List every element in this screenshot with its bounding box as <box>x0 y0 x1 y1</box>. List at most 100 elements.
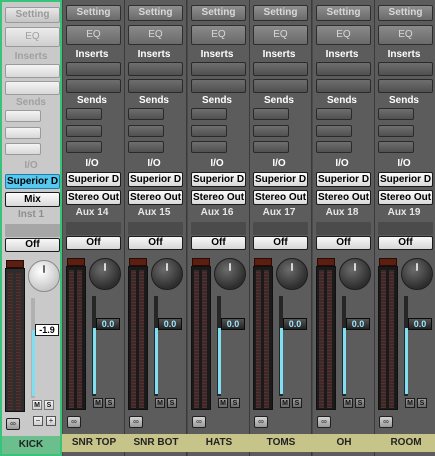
send-slot[interactable] <box>5 110 41 122</box>
insert-slot[interactable] <box>378 79 433 93</box>
channel-name[interactable]: SNR TOP <box>63 434 125 452</box>
peak-indicator[interactable] <box>254 258 272 266</box>
eq-button[interactable]: EQ <box>378 25 433 45</box>
automation-mode-button[interactable]: Off <box>128 236 183 250</box>
input-slot[interactable]: Superior D <box>378 172 433 187</box>
eq-button[interactable]: EQ <box>253 25 308 45</box>
output-slot[interactable]: Stereo Out <box>253 190 308 205</box>
link-icon[interactable]: ∞ <box>192 416 206 428</box>
output-slot[interactable]: Stereo Out <box>128 190 183 205</box>
input-slot[interactable]: Superior D <box>253 172 308 187</box>
volume-fader-value[interactable]: -1.9 <box>35 324 59 336</box>
group-slot[interactable] <box>66 222 121 235</box>
channel-name[interactable]: HATS <box>188 434 250 452</box>
setting-button[interactable]: Setting <box>316 5 371 21</box>
group-slot[interactable] <box>378 222 433 235</box>
solo-button[interactable]: S <box>167 398 177 408</box>
channel-name[interactable]: TOMS <box>250 434 312 452</box>
channel-strip[interactable]: Setting EQ Inserts Sends I/O Superior D Stereo… <box>313 0 375 456</box>
volume-fader-value[interactable]: 0.0 <box>96 318 120 330</box>
eq-button[interactable]: EQ <box>191 25 246 45</box>
insert-slot[interactable] <box>316 62 371 76</box>
solo-button[interactable]: S <box>230 398 240 408</box>
mute-button[interactable]: M <box>405 398 415 408</box>
insert-slot[interactable] <box>316 79 371 93</box>
group-slot[interactable] <box>191 222 246 235</box>
volume-fader-value[interactable]: 0.0 <box>158 318 182 330</box>
link-icon[interactable]: ∞ <box>67 416 81 428</box>
mute-button[interactable]: M <box>155 398 165 408</box>
insert-slot[interactable] <box>128 62 183 76</box>
send-slot[interactable] <box>378 108 414 120</box>
channel-strip[interactable]: Setting EQ Inserts Sends I/O Superior D Stereo… <box>63 0 125 456</box>
group-slot[interactable] <box>128 222 183 235</box>
eq-button[interactable]: EQ <box>128 25 183 45</box>
insert-slot[interactable] <box>191 62 246 76</box>
insert-slot[interactable] <box>5 81 60 95</box>
plus-button[interactable]: + <box>46 416 56 426</box>
send-slot[interactable] <box>128 125 164 137</box>
pan-knob[interactable] <box>276 258 308 290</box>
input-slot[interactable]: Superior D <box>5 174 60 189</box>
group-slot[interactable] <box>5 224 60 237</box>
group-slot[interactable] <box>253 222 308 235</box>
automation-mode-button[interactable]: Off <box>316 236 371 250</box>
channel-name[interactable]: ROOM <box>375 434 435 452</box>
automation-mode-button[interactable]: Off <box>253 236 308 250</box>
send-slot[interactable] <box>66 108 102 120</box>
peak-indicator[interactable] <box>6 260 24 268</box>
setting-button[interactable]: Setting <box>253 5 308 21</box>
insert-slot[interactable] <box>253 79 308 93</box>
insert-slot[interactable] <box>128 79 183 93</box>
setting-button[interactable]: Setting <box>378 5 433 21</box>
send-slot[interactable] <box>128 108 164 120</box>
eq-button[interactable]: EQ <box>66 25 121 45</box>
group-slot[interactable] <box>316 222 371 235</box>
input-slot[interactable]: Superior D <box>316 172 371 187</box>
send-slot[interactable] <box>66 125 102 137</box>
solo-button[interactable]: S <box>292 398 302 408</box>
input-slot[interactable]: Superior D <box>66 172 121 187</box>
automation-mode-button[interactable]: Off <box>66 236 121 250</box>
channel-strip[interactable]: Setting EQ Inserts Sends I/O Superior D Stereo… <box>188 0 250 456</box>
insert-slot[interactable] <box>378 62 433 76</box>
link-icon[interactable]: ∞ <box>129 416 143 428</box>
link-icon[interactable]: ∞ <box>254 416 268 428</box>
setting-button[interactable]: Setting <box>191 5 246 21</box>
send-slot[interactable] <box>316 125 352 137</box>
mute-button[interactable]: M <box>280 398 290 408</box>
setting-button[interactable]: Setting <box>128 5 183 21</box>
pan-knob[interactable] <box>89 258 121 290</box>
setting-button[interactable]: Setting <box>5 7 60 23</box>
pan-knob[interactable] <box>401 258 433 290</box>
channel-strip[interactable]: Setting EQ Inserts Sends I/O Superior D Stereo… <box>125 0 187 456</box>
volume-fader-value[interactable]: 0.0 <box>408 318 432 330</box>
send-slot[interactable] <box>316 108 352 120</box>
pan-knob[interactable] <box>214 258 246 290</box>
link-icon[interactable]: ∞ <box>6 418 20 430</box>
volume-fader-value[interactable]: 0.0 <box>221 318 245 330</box>
insert-slot[interactable] <box>191 79 246 93</box>
send-slot[interactable] <box>191 125 227 137</box>
pan-knob[interactable] <box>28 260 60 292</box>
insert-slot[interactable] <box>253 62 308 76</box>
input-slot[interactable]: Superior D <box>191 172 246 187</box>
output-slot[interactable]: Stereo Out <box>191 190 246 205</box>
send-slot[interactable] <box>66 141 102 153</box>
mute-button[interactable]: M <box>343 398 353 408</box>
solo-button[interactable]: S <box>355 398 365 408</box>
output-slot[interactable]: Stereo Out <box>66 190 121 205</box>
send-slot[interactable] <box>5 127 41 139</box>
mute-button[interactable]: M <box>32 400 42 410</box>
send-slot[interactable] <box>378 141 414 153</box>
send-slot[interactable] <box>316 141 352 153</box>
send-slot[interactable] <box>378 125 414 137</box>
send-slot[interactable] <box>191 108 227 120</box>
link-icon[interactable]: ∞ <box>317 416 331 428</box>
volume-fader-value[interactable]: 0.0 <box>283 318 307 330</box>
pan-knob[interactable] <box>339 258 371 290</box>
solo-button[interactable]: S <box>417 398 427 408</box>
solo-button[interactable]: S <box>105 398 115 408</box>
channel-name[interactable]: KICK <box>2 436 60 454</box>
insert-slot[interactable] <box>66 62 121 76</box>
